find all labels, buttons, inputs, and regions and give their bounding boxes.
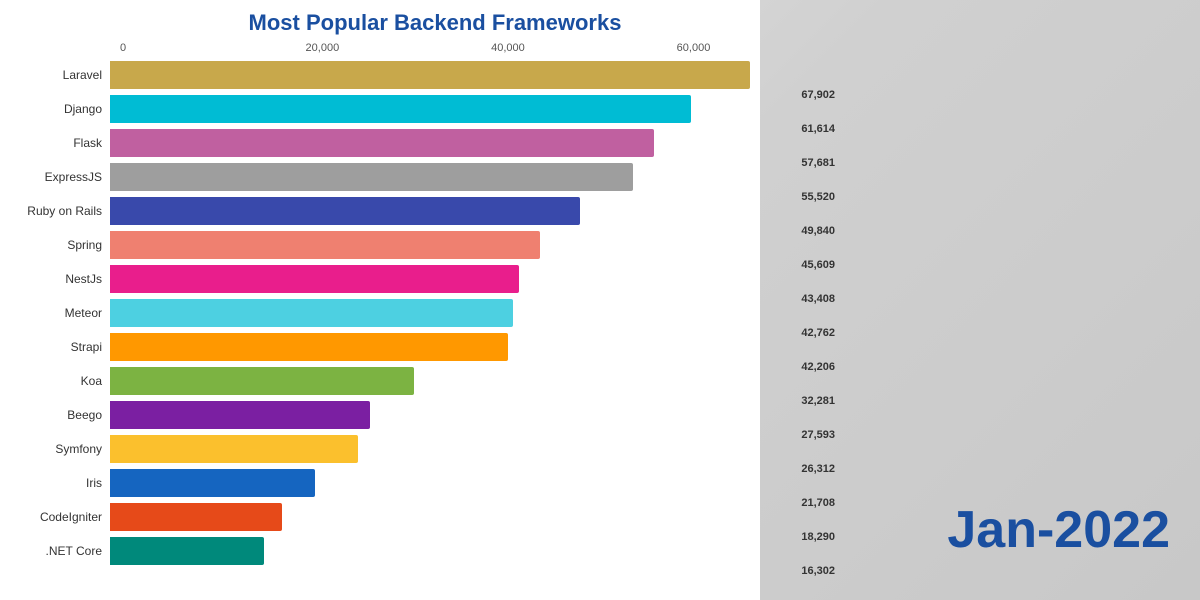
bar-label-13: CodeIgniter — [0, 510, 110, 524]
bar-label-10: Beego — [0, 408, 110, 422]
bar-label-9: Koa — [0, 374, 110, 388]
bar-fill-1 — [110, 95, 691, 123]
bar-wrap-4: 49,840 — [110, 197, 750, 225]
bar-fill-9 — [110, 367, 414, 395]
bar-label-6: NestJs — [0, 272, 110, 286]
bar-fill-11 — [110, 435, 358, 463]
bar-fill-4 — [110, 197, 580, 225]
bar-fill-6 — [110, 265, 519, 293]
bar-row: ExpressJS 55,520 — [0, 161, 750, 193]
axis-label-60k: 60,000 — [677, 42, 711, 54]
bar-row: Symfony 26,312 — [0, 433, 750, 465]
bar-fill-14 — [110, 537, 264, 565]
bar-wrap-14: 16,302 — [110, 537, 750, 565]
bar-wrap-11: 26,312 — [110, 435, 750, 463]
bar-label-4: Ruby on Rails — [0, 204, 110, 218]
bar-wrap-6: 43,408 — [110, 265, 750, 293]
bar-value-13: 18,290 — [801, 531, 835, 543]
bar-row: .NET Core 16,302 — [0, 535, 750, 567]
bar-fill-7 — [110, 299, 513, 327]
bar-label-14: .NET Core — [0, 544, 110, 558]
bar-value-4: 49,840 — [801, 225, 835, 237]
bar-value-9: 32,281 — [801, 395, 835, 407]
bar-wrap-8: 42,206 — [110, 333, 750, 361]
bars-container: Laravel 67,902 Django 61,614 Flask 57,68… — [0, 59, 750, 567]
bar-fill-3 — [110, 163, 633, 191]
bar-label-0: Laravel — [0, 68, 110, 82]
bar-wrap-5: 45,609 — [110, 231, 750, 259]
bar-value-1: 61,614 — [801, 123, 835, 135]
bar-label-8: Strapi — [0, 340, 110, 354]
bar-row: Laravel 67,902 — [0, 59, 750, 91]
bar-value-11: 26,312 — [801, 463, 835, 475]
bar-value-7: 42,762 — [801, 327, 835, 339]
bar-label-2: Flask — [0, 136, 110, 150]
bar-row: Ruby on Rails 49,840 — [0, 195, 750, 227]
bar-row: Flask 57,681 — [0, 127, 750, 159]
bar-value-0: 67,902 — [801, 89, 835, 101]
bar-value-5: 45,609 — [801, 259, 835, 271]
bar-wrap-13: 18,290 — [110, 503, 750, 531]
bar-label-3: ExpressJS — [0, 170, 110, 184]
bar-row: Koa 32,281 — [0, 365, 750, 397]
bar-wrap-0: 67,902 — [110, 61, 750, 89]
axis-label-40k: 40,000 — [491, 42, 525, 54]
bar-value-2: 57,681 — [801, 157, 835, 169]
bar-wrap-9: 32,281 — [110, 367, 750, 395]
bar-fill-0 — [110, 61, 750, 89]
axis-label-20k: 20,000 — [306, 42, 340, 54]
bar-row: CodeIgniter 18,290 — [0, 501, 750, 533]
date-label: Jan-2022 — [947, 500, 1170, 560]
bar-value-8: 42,206 — [801, 361, 835, 373]
bar-row: NestJs 43,408 — [0, 263, 750, 295]
bar-value-6: 43,408 — [801, 293, 835, 305]
bar-row: Django 61,614 — [0, 93, 750, 125]
bar-fill-5 — [110, 231, 540, 259]
bar-row: Beego 27,593 — [0, 399, 750, 431]
bar-fill-8 — [110, 333, 508, 361]
bar-wrap-7: 42,762 — [110, 299, 750, 327]
bar-value-12: 21,708 — [801, 497, 835, 509]
bar-fill-10 — [110, 401, 370, 429]
bar-label-1: Django — [0, 102, 110, 116]
bar-wrap-10: 27,593 — [110, 401, 750, 429]
bar-wrap-2: 57,681 — [110, 129, 750, 157]
chart-title: Most Popular Backend Frameworks — [0, 10, 750, 36]
bar-label-7: Meteor — [0, 306, 110, 320]
chart-container: Most Popular Backend Frameworks 0 20,000… — [0, 0, 760, 600]
bar-wrap-12: 21,708 — [110, 469, 750, 497]
bar-fill-13 — [110, 503, 282, 531]
axis-label-0: 0 — [120, 42, 126, 54]
bar-value-14: 16,302 — [801, 565, 835, 577]
bar-wrap-3: 55,520 — [110, 163, 750, 191]
bar-wrap-1: 61,614 — [110, 95, 750, 123]
bar-fill-12 — [110, 469, 315, 497]
bar-label-11: Symfony — [0, 442, 110, 456]
bar-row: Spring 45,609 — [0, 229, 750, 261]
bar-fill-2 — [110, 129, 654, 157]
bar-label-5: Spring — [0, 238, 110, 252]
bar-label-12: Iris — [0, 476, 110, 490]
bar-value-3: 55,520 — [801, 191, 835, 203]
bar-row: Iris 21,708 — [0, 467, 750, 499]
bar-value-10: 27,593 — [801, 429, 835, 441]
bar-row: Strapi 42,206 — [0, 331, 750, 363]
bar-row: Meteor 42,762 — [0, 297, 750, 329]
